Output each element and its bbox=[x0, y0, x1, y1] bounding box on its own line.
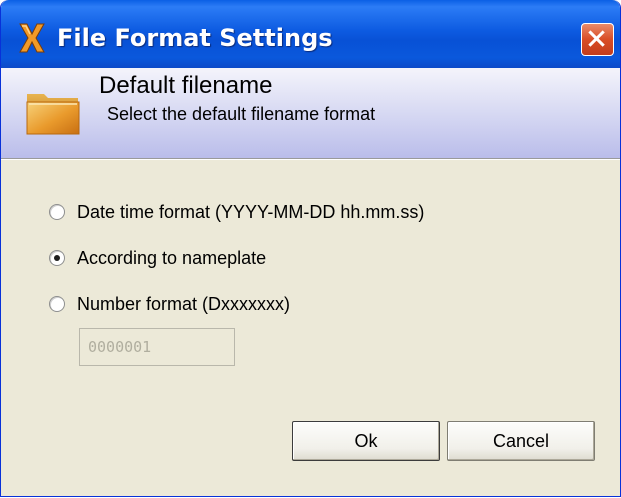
folder-icon bbox=[26, 94, 80, 135]
option-label: According to nameplate bbox=[77, 247, 267, 268]
option-date-time-format[interactable]: Date time format (YYYY-MM-DD hh.mm.ss) bbox=[49, 200, 424, 224]
header-title: Default filename bbox=[99, 72, 273, 99]
option-label: Date time format (YYYY-MM-DD hh.mm.ss) bbox=[77, 201, 425, 222]
x-logo-icon bbox=[19, 23, 45, 53]
radio-date-time-format[interactable] bbox=[49, 204, 65, 220]
option-label: Number format (Dxxxxxxx) bbox=[77, 293, 291, 314]
window-title: File Format Settings bbox=[57, 24, 333, 52]
header-subtitle: Select the default filename format bbox=[107, 104, 376, 124]
title-bar[interactable]: File Format Settings bbox=[1, 0, 620, 68]
number-format-input[interactable] bbox=[79, 328, 235, 366]
option-according-to-nameplate[interactable]: According to nameplate bbox=[49, 246, 266, 270]
cancel-button[interactable]: Cancel bbox=[447, 421, 595, 461]
close-button[interactable] bbox=[581, 23, 614, 56]
radio-number-format[interactable] bbox=[49, 296, 65, 312]
header-divider-highlight bbox=[1, 159, 620, 160]
close-icon bbox=[588, 30, 605, 47]
file-format-settings-dialog: File Format Settings Default filename Se… bbox=[0, 0, 621, 497]
radio-according-to-nameplate[interactable] bbox=[49, 250, 65, 266]
option-number-format[interactable]: Number format (Dxxxxxxx) bbox=[49, 292, 290, 316]
ok-button[interactable]: Ok bbox=[292, 421, 440, 461]
